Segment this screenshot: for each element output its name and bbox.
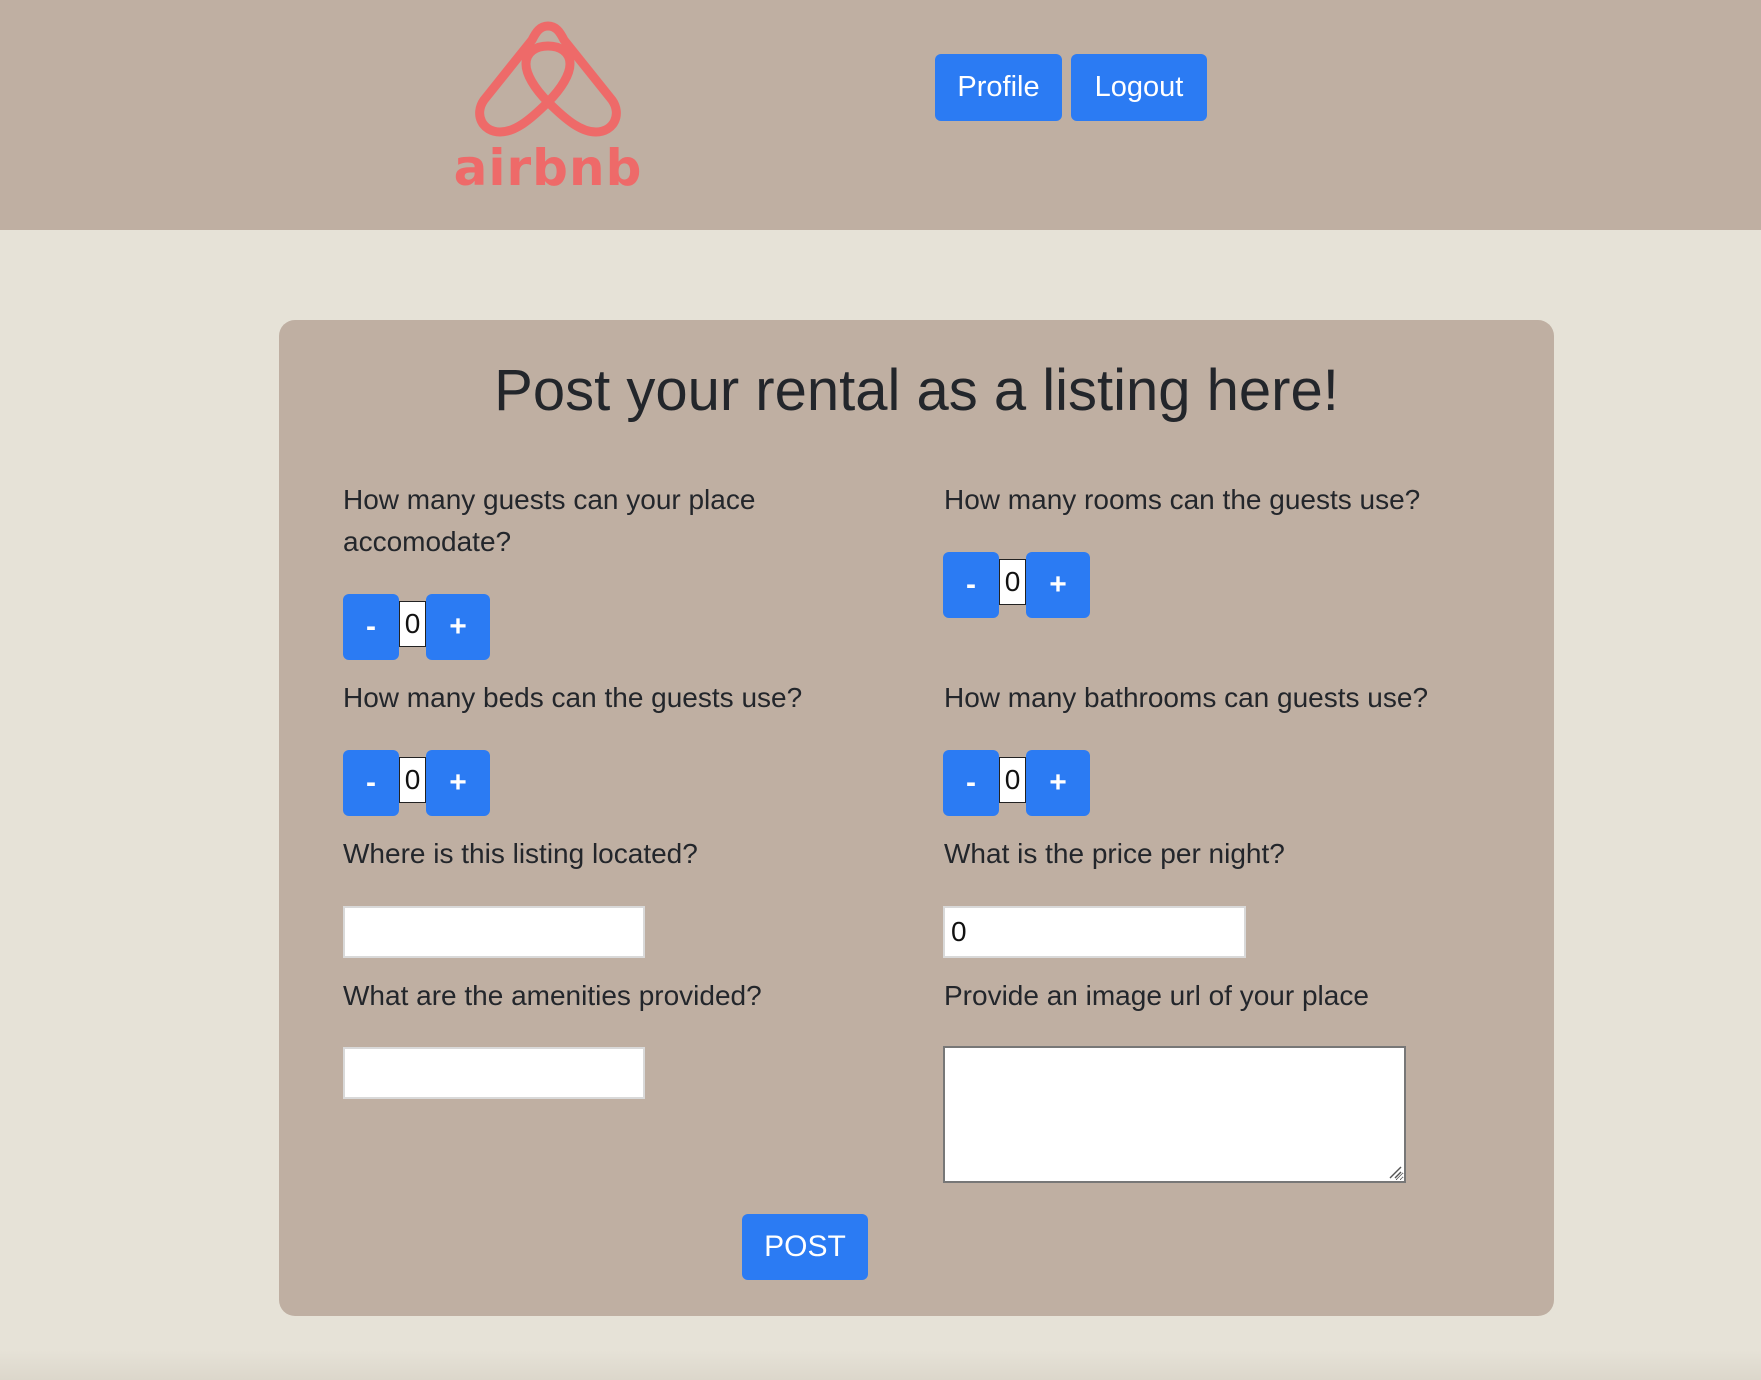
- page-title: Post your rental as a listing here!: [494, 358, 1339, 423]
- image-url-field: [943, 1046, 1406, 1183]
- page-footer-shade: [0, 1350, 1761, 1380]
- rooms-increment-button[interactable]: +: [1026, 552, 1090, 618]
- bathrooms-increment-button[interactable]: +: [1026, 750, 1090, 816]
- beds-decrement-button[interactable]: -: [343, 750, 399, 816]
- price-question: What is the price per night?: [944, 838, 1285, 869]
- beds-increment-button[interactable]: +: [426, 750, 490, 816]
- airbnb-belo-icon: [475, 21, 621, 137]
- beds-question: How many beds can the guests use?: [343, 682, 803, 713]
- profile-button[interactable]: Profile: [935, 54, 1062, 121]
- bathrooms-value[interactable]: 0: [999, 757, 1026, 803]
- guests-decrement-button[interactable]: -: [343, 594, 399, 660]
- amenities-input[interactable]: [343, 1047, 645, 1099]
- beds-stepper: - 0 +: [343, 750, 493, 816]
- bathrooms-decrement-button[interactable]: -: [943, 750, 999, 816]
- guests-stepper: - 0 +: [343, 594, 493, 660]
- logout-button[interactable]: Logout: [1071, 54, 1207, 121]
- location-question: Where is this listing located?: [343, 838, 698, 869]
- logo-wordmark: airbnb: [453, 139, 643, 197]
- guests-question: How many guests can your place accomodat…: [343, 484, 756, 557]
- image-url-question: Provide an image url of your place: [944, 980, 1369, 1011]
- airbnb-logo[interactable]: airbnb: [448, 18, 648, 198]
- rooms-decrement-button[interactable]: -: [943, 552, 999, 618]
- header: airbnb Profile Logout: [0, 0, 1761, 230]
- amenities-question: What are the amenities provided?: [343, 980, 762, 1011]
- image-url-textarea[interactable]: [943, 1046, 1406, 1183]
- bathrooms-question: How many bathrooms can guests use?: [944, 682, 1429, 713]
- guests-increment-button[interactable]: +: [426, 594, 490, 660]
- rooms-value[interactable]: 0: [999, 559, 1026, 605]
- rooms-question: How many rooms can the guests use?: [944, 484, 1421, 515]
- guests-value[interactable]: 0: [399, 601, 426, 647]
- price-input[interactable]: [943, 906, 1246, 958]
- rooms-stepper: - 0 +: [943, 552, 1093, 618]
- post-button[interactable]: POST: [742, 1214, 868, 1280]
- listing-form-card: Post your rental as a listing here! How …: [279, 320, 1554, 1316]
- beds-value[interactable]: 0: [399, 757, 426, 803]
- bathrooms-stepper: - 0 +: [943, 750, 1093, 816]
- location-input[interactable]: [343, 906, 645, 958]
